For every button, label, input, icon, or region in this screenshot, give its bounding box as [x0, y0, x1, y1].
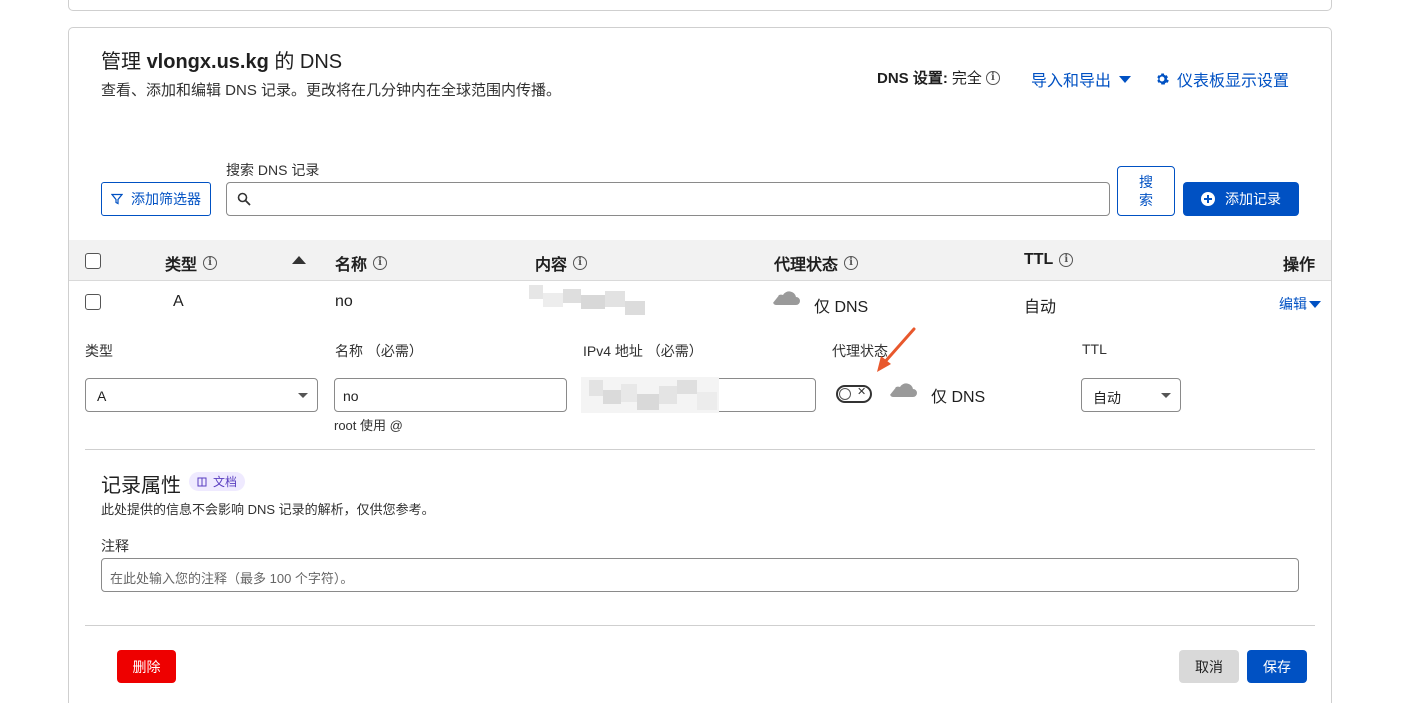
info-icon: i [1059, 253, 1074, 267]
dns-setting: DNS 设置: 完全 i [877, 67, 1000, 88]
page-title: 管理 vlongx.us.kg 的 DNS [101, 51, 343, 73]
search-input[interactable] [226, 182, 1110, 216]
divider [85, 625, 1315, 626]
close-icon: ✕ [857, 386, 867, 398]
type-field-label: 类型 [85, 343, 113, 359]
note-input[interactable]: 在此处输入您的注释（最多 100 个字符）。 [101, 558, 1299, 592]
info-icon: i [373, 256, 388, 270]
plus-circle-icon [1201, 192, 1215, 206]
info-icon[interactable]: i [985, 70, 1000, 85]
edit-record-link[interactable]: 编辑 [1279, 294, 1321, 314]
row-ttl: 自动 [1024, 299, 1057, 316]
table-row[interactable]: A no 仅 DNS 自动 编辑 [69, 281, 1331, 321]
filter-icon [111, 193, 123, 205]
docs-badge[interactable]: 文档 [189, 472, 246, 491]
proxy-toggle[interactable]: ✕ [836, 385, 872, 403]
divider [85, 449, 1315, 450]
ttl-select[interactable]: 自动 [1081, 378, 1181, 412]
toggle-knob [839, 388, 851, 400]
book-icon [197, 477, 207, 486]
column-content[interactable]: 内容 i [535, 251, 588, 275]
save-button[interactable]: 保存 [1247, 650, 1307, 683]
chevron-down-icon [1161, 393, 1171, 398]
proxy-status-text: 仅 DNS [931, 389, 986, 406]
annotation-arrow-icon [877, 327, 916, 372]
ttl-field-label: TTL [1082, 341, 1107, 357]
row-name: no [335, 293, 353, 310]
dns-management-card: 管理 vlongx.us.kg 的 DNS 查看、添加和编辑 DNS 记录。更改… [68, 27, 1332, 703]
caret-down-icon [1309, 300, 1321, 308]
search-label: 搜索 DNS 记录 [226, 162, 320, 178]
name-field-label: 名称 （必需） [335, 343, 423, 359]
table-header: 类型 i 名称 i 内容 i 代理状态 i TTL i 操作 [69, 240, 1331, 281]
row-checkbox[interactable] [85, 294, 101, 310]
column-ttl[interactable]: TTL i [1024, 251, 1074, 269]
row-type: A [173, 293, 184, 310]
info-icon: i [203, 256, 218, 270]
import-export-dropdown[interactable]: 导入和导出 [1031, 67, 1132, 91]
column-name[interactable]: 名称 i [335, 251, 388, 275]
chevron-down-icon [298, 393, 308, 398]
note-label: 注释 [101, 538, 129, 554]
row-proxy-status: 仅 DNS [814, 299, 869, 316]
ipv4-field-label: IPv4 地址 （必需） [583, 343, 703, 359]
record-attributes-title: 记录属性 [101, 475, 181, 497]
column-type[interactable]: 类型 i [165, 251, 218, 275]
column-actions: 操作 [1283, 257, 1316, 274]
search-icon [237, 192, 251, 206]
search-button[interactable]: 搜索 [1117, 166, 1175, 216]
gear-icon [1157, 73, 1169, 85]
cancel-button[interactable]: 取消 [1179, 650, 1239, 683]
previous-card [68, 0, 1332, 11]
name-input[interactable]: no [334, 378, 567, 412]
column-proxy-status[interactable]: 代理状态 i [774, 251, 859, 275]
add-record-button[interactable]: 添加记录 [1183, 182, 1299, 216]
cloud-icon [886, 383, 917, 398]
cloud-icon [769, 291, 800, 306]
caret-down-icon [1119, 75, 1132, 83]
record-attributes-description: 此处提供的信息不会影响 DNS 记录的解析，仅供您参考。 [101, 502, 435, 517]
info-icon: i [573, 256, 588, 270]
sort-ascending-icon[interactable] [292, 256, 306, 264]
page-description: 查看、添加和编辑 DNS 记录。更改将在几分钟内在全球范围内传播。 [101, 82, 562, 99]
name-hint: root 使用 @ [334, 418, 403, 433]
domain-name: vlongx.us.kg [146, 51, 269, 73]
add-filter-button[interactable]: 添加筛选器 [101, 182, 211, 216]
dashboard-settings-link[interactable]: 仪表板显示设置 [1155, 67, 1289, 91]
type-select[interactable]: A [85, 378, 318, 412]
info-icon: i [844, 256, 859, 270]
delete-button[interactable]: 删除 [117, 650, 176, 683]
dns-setting-label: DNS 设置: [877, 70, 948, 87]
dns-setting-value: 完全 [951, 70, 982, 87]
select-all-checkbox[interactable] [85, 253, 101, 269]
